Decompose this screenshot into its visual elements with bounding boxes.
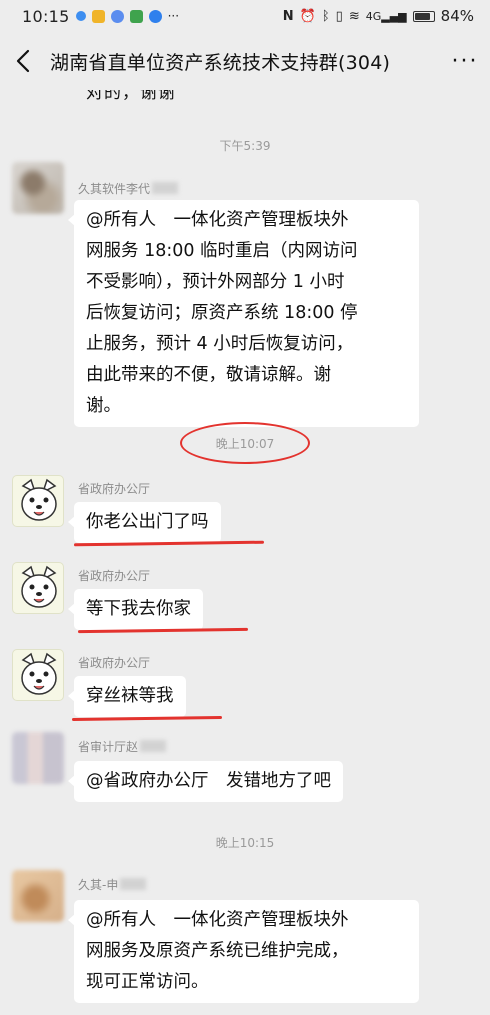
message-line: 后恢复访问；原资产系统 18:00 停 — [86, 303, 358, 323]
dog-avatar-icon — [21, 652, 57, 695]
wifi-icon: ≋ — [348, 8, 360, 24]
avatar[interactable] — [12, 562, 64, 614]
message-line: 止服务，预计 4 小时后恢复访问， — [86, 334, 354, 354]
partial-message-text: 对的，谢谢 — [86, 90, 176, 103]
sender-name: 省审计厅赵 — [78, 738, 167, 755]
sender-name: 久其软件李代 — [78, 180, 179, 197]
avatar[interactable] — [12, 732, 64, 784]
sender-label: 省审计厅赵 — [78, 740, 139, 754]
message-line: @所有人 一体化资产管理板块外 — [86, 910, 349, 930]
sender-name: 久其-申 — [78, 876, 147, 893]
dog-avatar-icon — [21, 478, 57, 521]
app-notification-icon — [129, 9, 143, 23]
message-bubble[interactable]: 等下我去你家 — [68, 589, 203, 630]
redaction-blur — [140, 740, 167, 752]
avatar[interactable] — [12, 649, 64, 701]
status-time: 10:15 — [22, 6, 70, 26]
message-bubble[interactable]: @省政府办公厅 发错地方了吧 — [68, 761, 343, 802]
signal-label: 4G — [365, 9, 382, 23]
message-line: 由此带来的不便，敬请谅解。谢 — [86, 365, 331, 385]
redaction-blur — [120, 878, 147, 890]
status-right: N ⏰ ᛒ ▯ ≋ 4G▂▄▆ 84% — [283, 7, 474, 25]
timestamp: 下午5:39 — [219, 139, 271, 153]
sender-name: 省政府办公厅 — [78, 569, 151, 583]
chat-history[interactable]: 对的，谢谢 下午5:39 久其软件李代 @所有人 一体化资产管理板块外 网服务 … — [0, 90, 490, 1015]
sender-name: 省政府办公厅 — [78, 656, 151, 670]
message-line: 网服务 18:00 临时重启（内网访问 — [86, 241, 358, 261]
battery-percent: 84% — [440, 7, 474, 25]
message-line: @省政府办公厅 发错地方了吧 — [86, 771, 331, 791]
chat-title: 湖南省直单位资产系统技术支持群(304) — [50, 51, 391, 74]
message-line: 等下我去你家 — [86, 599, 191, 619]
sender-name: 省政府办公厅 — [78, 482, 151, 496]
app-notification-icon — [148, 9, 162, 23]
timestamp: 晚上10:07 — [215, 437, 275, 451]
avatar[interactable] — [12, 475, 64, 527]
message-line: @所有人 一体化资产管理板块外 — [86, 210, 349, 230]
message-line: 不受影响），预计外网部分 1 小时 — [86, 272, 345, 292]
chevron-left-icon — [16, 49, 30, 73]
alarm-icon: ⏰ — [299, 8, 316, 24]
message-line: 穿丝袜等我 — [86, 686, 174, 706]
status-bar: 10:15 ··· N ⏰ ᛒ ▯ ≋ 4G▂▄▆ 84% — [0, 0, 490, 32]
message-line: 谢。 — [86, 396, 121, 416]
app-notification-icon — [91, 9, 105, 23]
more-button[interactable]: ··· — [440, 32, 490, 90]
notification-icon — [75, 11, 86, 21]
battery-level — [414, 12, 430, 20]
nfc-icon: N — [282, 8, 294, 24]
message-bubble[interactable]: @所有人 一体化资产管理板块外 网服务及原资产系统已维护完成， 现可正常访问。 — [68, 900, 419, 1003]
more-horizontal-icon: ··· — [451, 48, 479, 74]
dog-avatar-icon — [21, 565, 57, 608]
more-notifications-icon: ··· — [167, 9, 180, 23]
redaction-blur — [152, 182, 179, 194]
app-notification-icon — [110, 9, 124, 23]
message-bubble[interactable]: 穿丝袜等我 — [68, 676, 186, 717]
message-bubble[interactable]: 你老公出门了吗 — [68, 502, 221, 543]
sender-label: 久其-申 — [78, 878, 119, 892]
avatar[interactable] — [12, 162, 64, 214]
avatar[interactable] — [12, 870, 64, 922]
message-bubble[interactable]: @所有人 一体化资产管理板块外 网服务 18:00 临时重启（内网访问 不受影响… — [68, 200, 419, 427]
status-left: 10:15 ··· — [22, 7, 179, 26]
vibrate-icon: ▯ — [335, 8, 343, 24]
message-line: 现可正常访问。 — [86, 972, 209, 992]
battery-icon — [412, 10, 435, 22]
sender-label: 久其软件李代 — [78, 182, 151, 196]
message-line: 你老公出门了吗 — [86, 512, 209, 532]
bluetooth-icon: ᛒ — [321, 8, 330, 24]
signal-icon: 4G▂▄▆ — [365, 9, 407, 23]
back-button[interactable] — [0, 32, 46, 90]
timestamp: 晚上10:15 — [215, 836, 275, 850]
message-line: 网服务及原资产系统已维护完成， — [86, 941, 349, 961]
chat-header: 湖南省直单位资产系统技术支持群(304) ··· — [0, 32, 490, 90]
